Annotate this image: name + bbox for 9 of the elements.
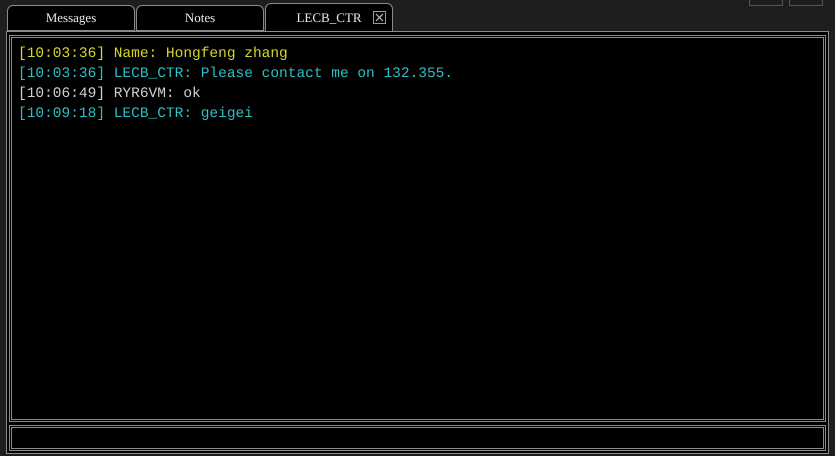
tab[interactable]: Notes xyxy=(136,5,264,31)
input-field[interactable] xyxy=(9,425,826,451)
tab[interactable]: LECB_CTR xyxy=(265,3,393,31)
chat-message: [10:06:49] RYR6VM: ok xyxy=(18,85,202,104)
chat-message: [10:09:18] LECB_CTR: geigei xyxy=(18,105,254,124)
close-icon[interactable] xyxy=(373,11,386,24)
tab[interactable]: Messages xyxy=(7,5,135,31)
chat-message: [10:03:36] Name: Hongfeng zhang xyxy=(18,45,289,64)
chat-message: [10:03:36] LECB_CTR: Please contact me on 132.355. xyxy=(18,65,454,84)
